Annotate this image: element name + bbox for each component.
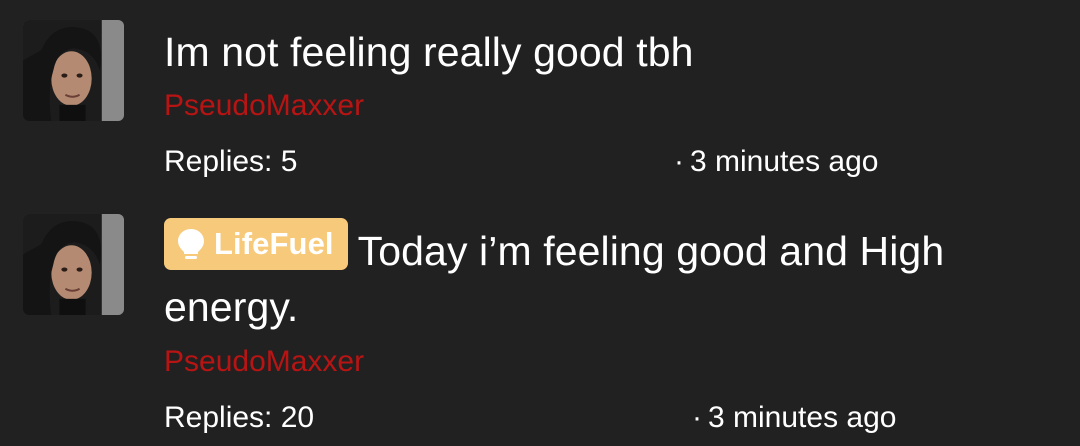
lightbulb-icon — [178, 229, 204, 259]
replies-count: Replies: 20 — [164, 401, 315, 434]
replies-count: Replies: 5 — [164, 145, 298, 178]
avatar-photo — [23, 214, 124, 315]
thread-item[interactable]: Im not feeling really good tbh PseudoMax… — [0, 0, 1080, 200]
timestamp: · 3 minutes ago — [692, 400, 896, 436]
flair-label: LifeFuel — [214, 226, 334, 261]
author-name[interactable]: PseudoMaxxer — [164, 344, 364, 380]
separator-dot: · — [674, 145, 684, 178]
timestamp-text: 3 minutes ago — [690, 145, 879, 178]
thread-title[interactable]: Im not feeling really good tbh — [164, 24, 1040, 80]
timestamp-text: 3 minutes ago — [708, 401, 897, 434]
avatar[interactable] — [23, 20, 124, 121]
timestamp: · 3 minutes ago — [674, 144, 878, 180]
avatar[interactable] — [23, 214, 124, 315]
separator-dot: · — [692, 401, 702, 434]
avatar-photo — [23, 20, 124, 121]
flair-badge[interactable]: LifeFuel — [164, 218, 348, 270]
author-name[interactable]: PseudoMaxxer — [164, 88, 364, 124]
thread-title-container[interactable]: LifeFuel Today i’m feeling good and High… — [164, 218, 1040, 335]
thread-item[interactable]: LifeFuel Today i’m feeling good and High… — [0, 200, 1080, 446]
